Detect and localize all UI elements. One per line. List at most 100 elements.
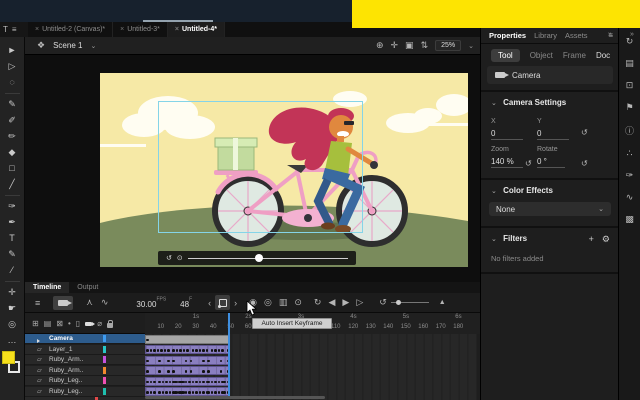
document-tab[interactable]: ×Untitled-4* (168, 22, 225, 37)
adjust-layers-icon[interactable]: ≡ (35, 298, 40, 308)
eyedropper-tool[interactable]: ⁄ (4, 263, 21, 278)
graph-view-icon[interactable]: ∿ (101, 297, 109, 308)
layer-row[interactable]: ▱Ruby_Leg.. (25, 376, 145, 386)
rotate-field[interactable]: 0 ° (537, 157, 565, 168)
panel-tab-library[interactable]: Library (534, 31, 557, 40)
pencil-tool[interactable]: ✏ (4, 129, 21, 144)
next-keyframe-icon[interactable]: › (234, 298, 237, 308)
frame-span[interactable] (145, 377, 229, 386)
layer-color-swatch[interactable] (103, 356, 106, 363)
zoom-field[interactable]: 140 % (491, 157, 523, 168)
menu-icon[interactable]: ≡ (12, 25, 17, 34)
bone-tool[interactable]: ✛ (4, 285, 21, 300)
step-back-icon[interactable]: ◀ (328, 297, 335, 308)
timeline-tab-output[interactable]: Output (69, 282, 106, 293)
hide-others-icon[interactable]: ⌀ (97, 319, 102, 328)
clip-content-icon[interactable]: ▣ (405, 40, 414, 51)
transform-panel-icon[interactable]: ⊡ (626, 80, 634, 91)
center-stage-icon[interactable]: ⊕ (376, 40, 384, 51)
zoom-tool[interactable]: ◎ (4, 317, 21, 332)
color-swatches[interactable] (2, 351, 22, 375)
frame-span[interactable] (145, 356, 229, 365)
camera-bounds-outline[interactable] (158, 101, 363, 233)
layer-name[interactable]: Layer_1 (49, 346, 97, 353)
layer-row[interactable]: ▱Layer_1 (25, 345, 145, 355)
auto-insert-keyframe-button[interactable] (215, 295, 230, 310)
reset-zoom-icon[interactable]: ↺ (525, 159, 532, 168)
properties-subtab-tool[interactable]: Tool (491, 49, 520, 62)
layer-name[interactable]: Ruby_Leg.. (49, 388, 97, 395)
add-filter-icon[interactable]: + (589, 234, 594, 245)
add-folder-icon[interactable]: ▤ (44, 319, 52, 328)
add-layer-icon[interactable]: ⊞ (32, 319, 39, 328)
layer-row[interactable]: ▱Ruby_Arm.. (25, 366, 145, 376)
layer-name[interactable]: Ruby_Arm.. (49, 356, 97, 363)
frame-size-icon[interactable]: ▲ (439, 299, 446, 306)
delete-layer-icon[interactable]: ⊠ (56, 319, 63, 328)
line-tool[interactable]: ╱ (4, 177, 21, 192)
show-all-icon[interactable]: • (68, 319, 71, 328)
loop-icon[interactable]: ↻ (314, 297, 322, 308)
selected-object-card[interactable]: Camera (487, 66, 613, 84)
paint-bucket-tool[interactable]: ✒ (4, 215, 21, 230)
layer-name[interactable]: Ruby_Leg.. (49, 377, 97, 384)
reset-camera-icon[interactable]: ↺ (166, 254, 172, 262)
scene-clapper-icon[interactable]: ❖ (37, 40, 45, 51)
text-tool[interactable]: T (4, 231, 21, 246)
layer-row[interactable]: ▱Ruby_Arm.. (25, 355, 145, 365)
panel-tab-properties[interactable]: Properties (489, 31, 526, 40)
align-panel-icon[interactable]: ⚑ (625, 102, 633, 113)
zoom-stepper-icon[interactable]: ⇅ (421, 40, 429, 51)
collapse-panels-icon[interactable]: » (608, 31, 612, 38)
frame-span[interactable] (145, 345, 229, 354)
document-tab[interactable]: ×Untitled-2 (Canvas)* (28, 22, 113, 37)
x-field[interactable]: 0 (491, 129, 523, 140)
lasso-tool[interactable]: ◌ (4, 75, 21, 90)
layer-name[interactable]: Camera (49, 335, 97, 342)
reset-rotate-icon[interactable]: ↺ (581, 159, 588, 168)
camera-settings-header[interactable]: ⌄ Camera Settings (491, 98, 566, 107)
graph-editor-panel-icon[interactable]: ∿ (626, 192, 634, 203)
selection-tool[interactable]: ► (4, 43, 21, 58)
particles-panel-icon[interactable]: ∴ (627, 148, 633, 159)
hand-tool[interactable]: ☛ (4, 301, 21, 316)
stage-zoom-chevron-icon[interactable]: ⌄ (468, 42, 474, 50)
layer-color-swatch[interactable] (103, 377, 106, 384)
layer-color-swatch[interactable] (103, 335, 106, 342)
fluid-brush-tool[interactable]: ✎ (4, 97, 21, 112)
classic-brush-tool[interactable]: ✐ (4, 113, 21, 128)
rotation-tool-icon[interactable]: ✛ (391, 40, 399, 51)
close-tab-icon[interactable]: × (35, 26, 39, 33)
document-tab[interactable]: ×Untitled-3* (113, 22, 168, 37)
reset-position-icon[interactable]: ↺ (581, 128, 588, 137)
asset-warp-tool[interactable]: ✑ (4, 199, 21, 214)
frame-span[interactable] (145, 387, 229, 396)
lock-icon[interactable] (107, 323, 113, 328)
step-forward-icon[interactable]: ▷ (356, 297, 363, 308)
layer-color-swatch[interactable] (103, 388, 106, 395)
frame-span[interactable] (145, 335, 229, 344)
layer-color-swatch[interactable] (103, 346, 106, 353)
color-effects-header[interactable]: ⌄ Color Effects (491, 186, 553, 195)
parenting-view-icon[interactable]: ⋏ (86, 297, 93, 308)
layer-row[interactable]: Camera (25, 334, 145, 344)
layer-color-swatch[interactable] (103, 367, 106, 374)
camera-toggle[interactable] (53, 296, 73, 310)
camera-zoom-slider[interactable] (188, 258, 348, 259)
onion-outline-icon[interactable]: ◎ (264, 297, 272, 308)
frame-picker-panel-icon[interactable]: ▩ (625, 214, 634, 225)
subselection-tool[interactable]: ▷ (4, 59, 21, 74)
collapse-strip-icon[interactable]: » (630, 31, 634, 38)
y-field[interactable]: 0 (537, 129, 569, 140)
outline-icon[interactable]: ▯ (76, 319, 80, 328)
stage-zoom-value[interactable]: 25% (435, 40, 461, 51)
properties-subtab-doc[interactable]: Doc (596, 51, 610, 60)
previous-keyframe-icon[interactable]: ‹ (208, 298, 211, 308)
more-tools[interactable]: … (4, 333, 21, 348)
close-tab-icon[interactable]: × (175, 26, 179, 33)
panel-tab-assets[interactable]: Assets (565, 31, 588, 40)
pen-tool[interactable]: ✎ (4, 247, 21, 262)
fps-value[interactable]: 30.00 (136, 300, 156, 309)
current-frame-value[interactable]: 48 (180, 300, 189, 309)
play-icon[interactable]: ▶ (342, 297, 349, 308)
